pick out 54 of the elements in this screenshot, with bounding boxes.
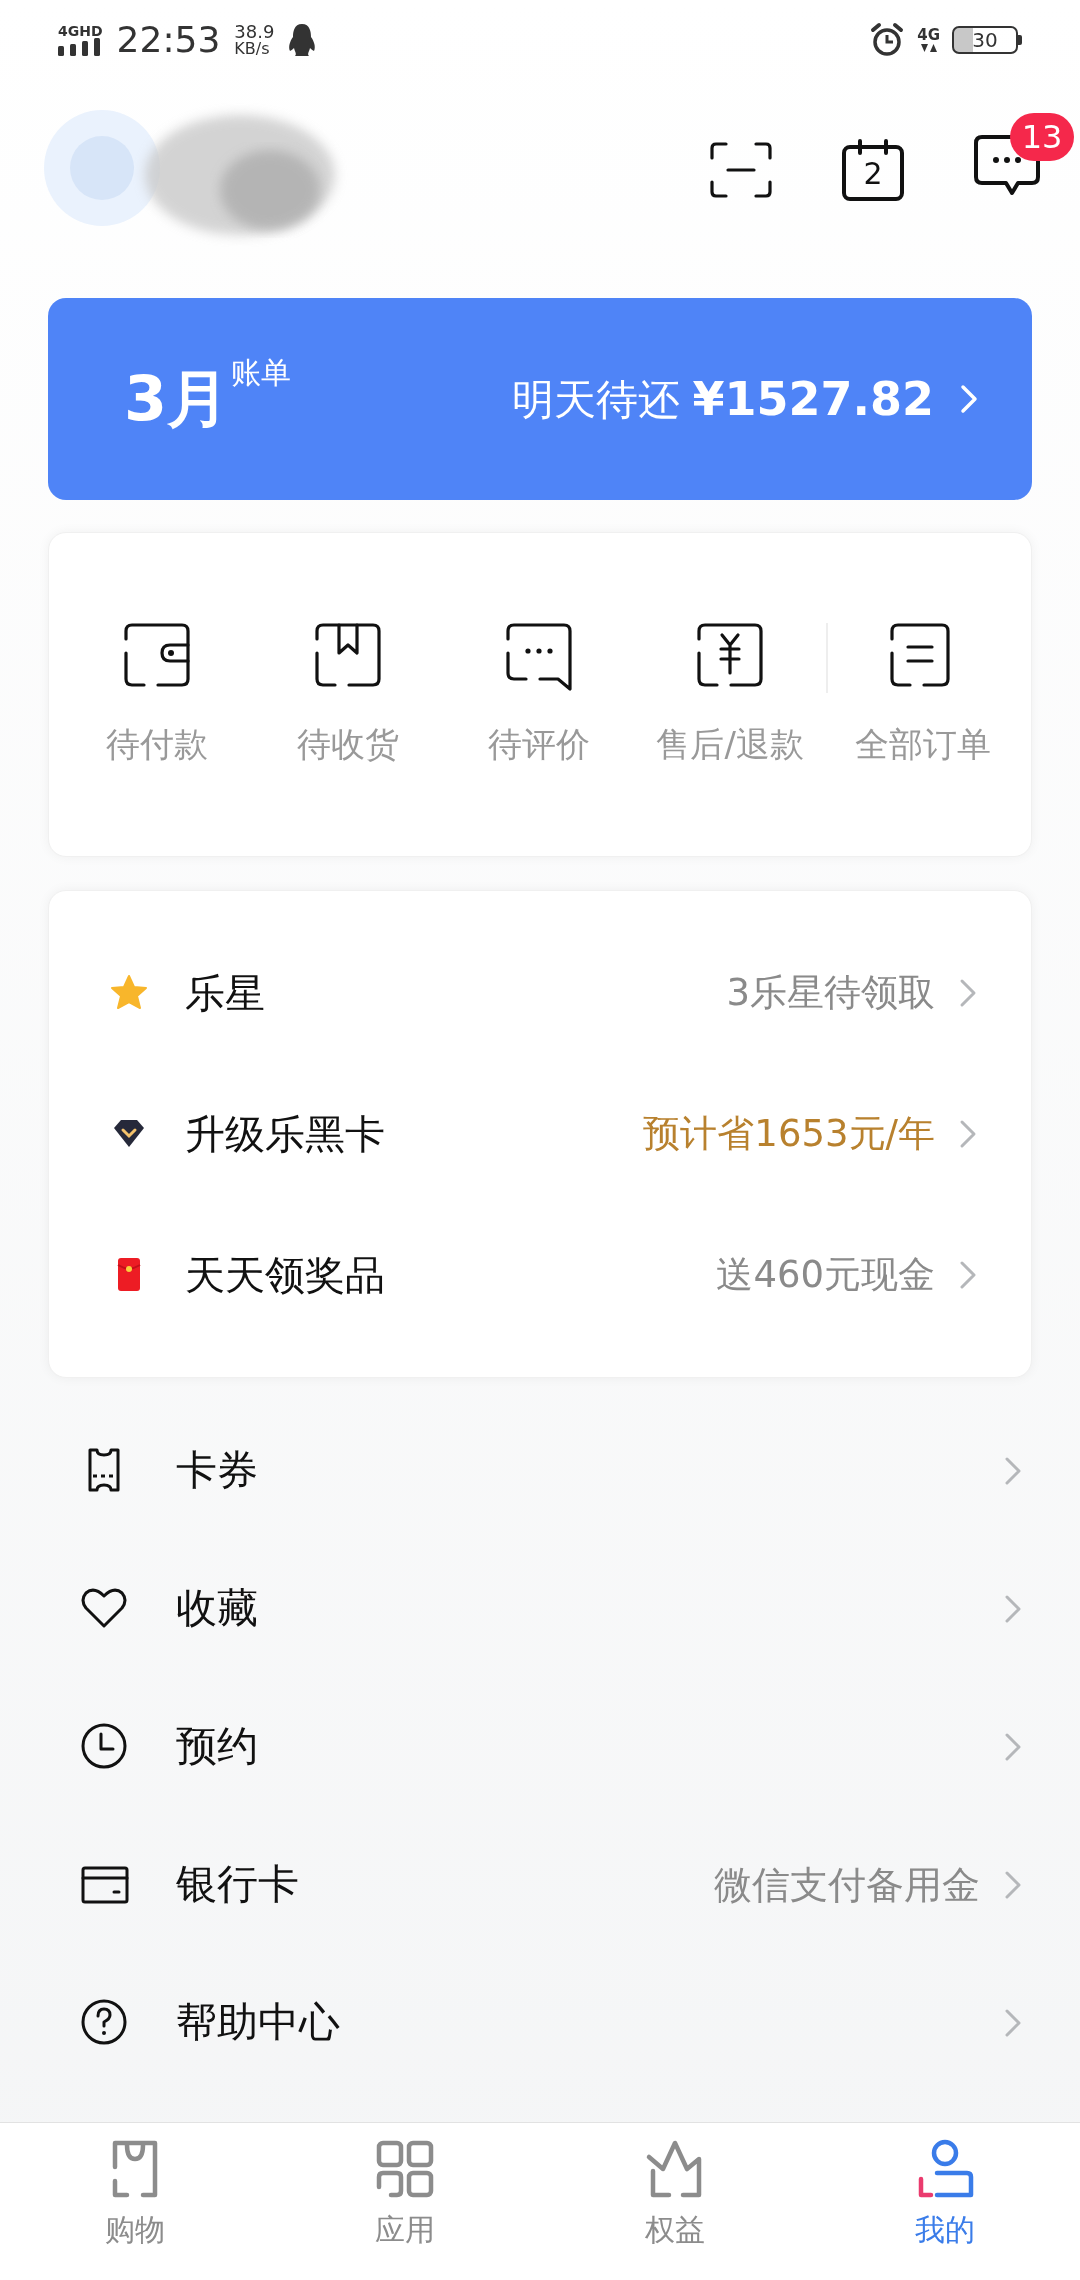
order-shortcut[interactable]: 待评价 [443,613,635,770]
menu-row[interactable]: 收藏 [0,1540,1080,1678]
order-shortcut[interactable]: 售后/退款 [634,613,826,770]
perk-row[interactable]: 天天领奖品 送460元现金 [49,1204,1031,1346]
chevron-right-icon [959,978,977,1008]
nav-tab[interactable]: 应用 [270,2137,540,2252]
perk-label: 乐星 [185,969,266,1018]
chevron-right-icon [1004,1732,1022,1762]
chevron-right-icon [1004,1456,1022,1486]
menu-row[interactable]: 银行卡 微信支付备用金 [0,1816,1080,1954]
clock-time: 22:53 [116,18,221,62]
nav-tab[interactable]: 购物 [0,2137,270,2252]
menu-row[interactable]: 预约 [0,1678,1080,1816]
data-arrows-icon [919,42,938,53]
nav-tab[interactable]: 我的 [810,2137,1080,2252]
speed-unit: KB/s [234,41,271,57]
due-label: 明天待还 [512,373,681,426]
alarm-icon [869,22,906,58]
penguin-icon [288,23,317,57]
menu-row[interactable]: 卡券 [0,1402,1080,1540]
chevron-right-icon [1004,1870,1022,1900]
menu-row[interactable]: 帮助中心 [0,1954,1080,2092]
chevron-right-icon [959,1119,977,1149]
order-shortcut[interactable]: 待付款 [61,613,253,770]
perk-value: 预计省1653元/年 [643,1111,935,1158]
menu-label: 卡券 [176,1445,259,1497]
perk-label: 天天领奖品 [185,1251,386,1300]
bill-month: 3月 [124,368,230,430]
network-label: 4GHD [58,24,103,38]
scan-icon[interactable] [710,141,772,198]
menu-label: 预约 [176,1721,259,1773]
bill-label: 账单 [231,358,292,388]
perk-value: 送460元现金 [716,1252,935,1299]
due-amount: ¥1527.82 [692,370,934,428]
menu-label: 收藏 [176,1583,259,1635]
perk-value: 3乐星待领取 [726,970,935,1017]
order-shortcut[interactable]: 全部订单 [827,613,1019,770]
menu-label: 银行卡 [176,1859,300,1911]
perk-row[interactable]: 乐星 3乐星待领取 [49,922,1031,1064]
battery-level: 30 [972,30,998,50]
signal-icon [58,38,103,56]
perk-row[interactable]: 升级乐黑卡 预计省1653元/年 [49,1063,1031,1205]
chevron-right-icon [960,384,978,414]
chevron-right-icon [1004,1594,1022,1624]
nav-tab[interactable]: 权益 [540,2137,810,2252]
network-speed: 38.9 [234,23,275,41]
network-label: 4G [917,27,940,43]
perk-label: 升级乐黑卡 [185,1110,386,1159]
menu-label: 帮助中心 [176,1997,341,2049]
menu-value: 微信支付备用金 [714,1861,980,1909]
order-shortcut[interactable]: 待收货 [252,613,444,770]
chevron-right-icon [1004,2008,1022,2038]
chevron-right-icon [959,1260,977,1290]
notification-badge: 13 [1010,113,1074,161]
